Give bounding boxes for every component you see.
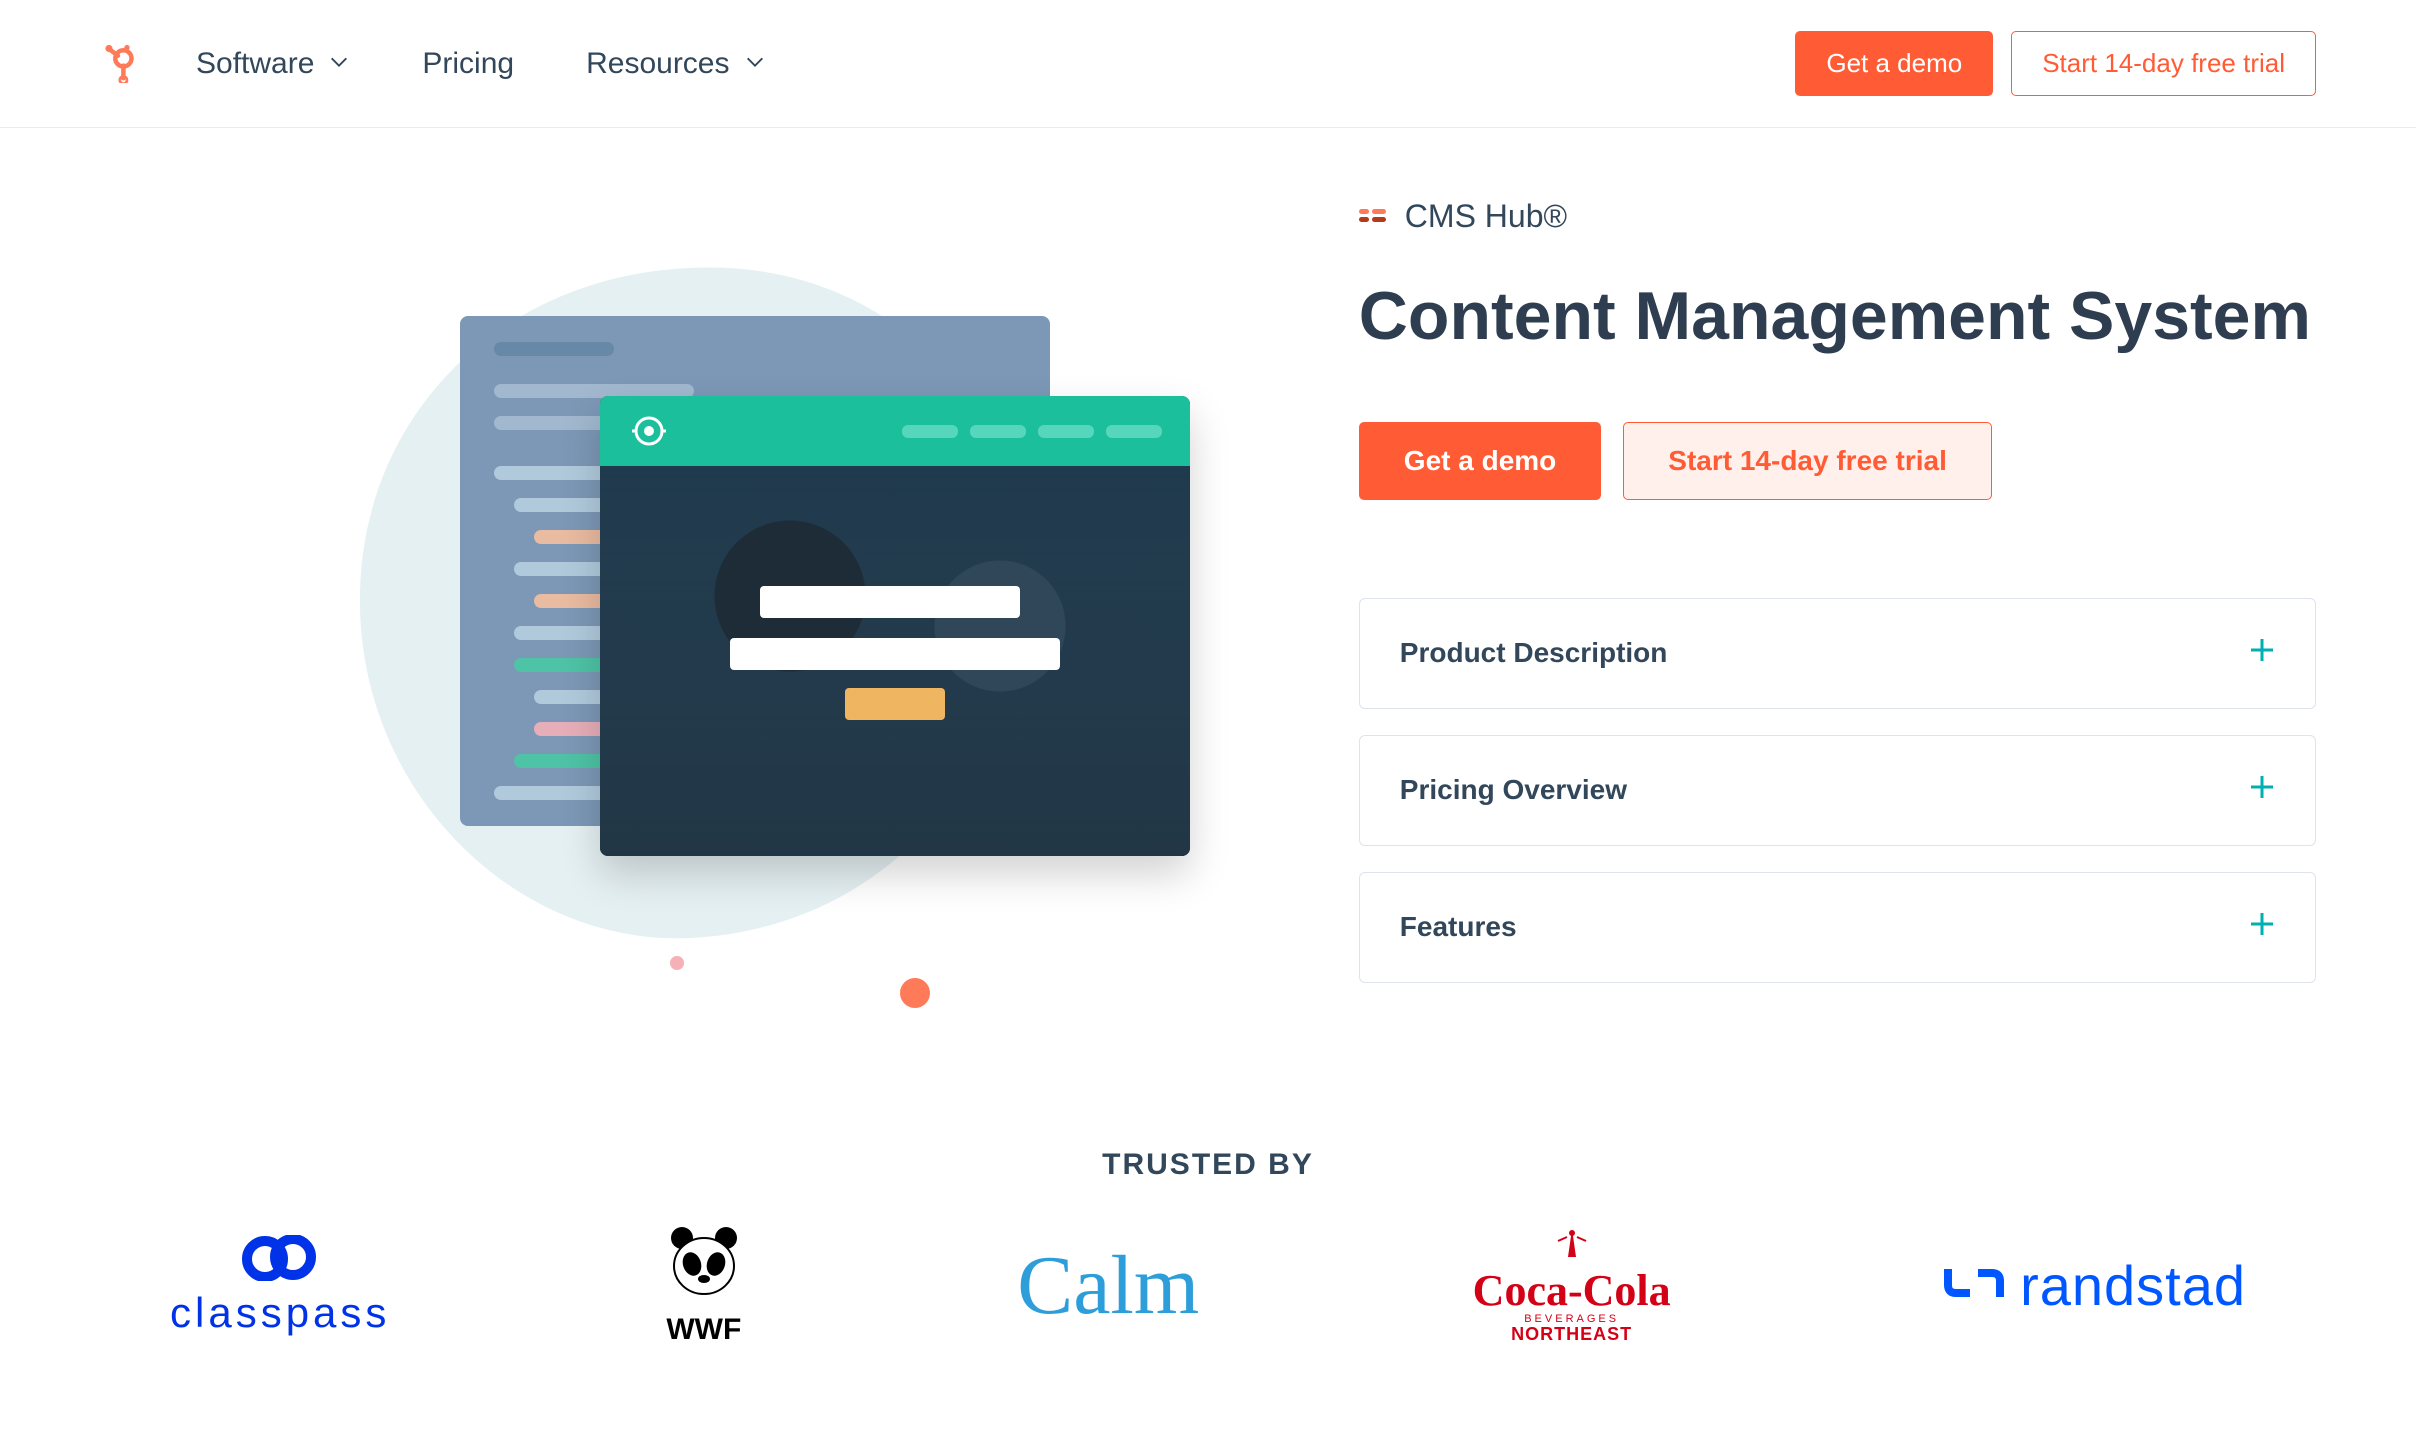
accordion-label: Features — [1400, 911, 1517, 943]
logo-calm: Calm — [1017, 1237, 1199, 1334]
nav-label: Software — [196, 47, 314, 81]
nav-get-demo-button[interactable]: Get a demo — [1795, 31, 1993, 96]
accordion-item-pricing-overview[interactable]: Pricing Overview — [1359, 735, 2316, 846]
product-tag: CMS Hub® — [1359, 198, 2316, 235]
page-title: Content Management System — [1359, 279, 2316, 354]
accordion-label: Pricing Overview — [1400, 774, 1627, 806]
accordion-item-features[interactable]: Features — [1359, 872, 2316, 983]
chevron-down-icon — [744, 47, 766, 81]
nav-item-resources[interactable]: Resources — [586, 47, 765, 81]
trusted-by-section: TRUSTED BY classpass — [0, 1108, 2416, 1347]
site-logo-icon — [628, 410, 670, 452]
company-logos: classpass WWF Calm — [100, 1224, 2316, 1347]
nav-items: Software Pricing Resources — [196, 47, 1795, 81]
logo-text: Coca-Cola — [1473, 1268, 1671, 1314]
plus-icon — [2249, 774, 2275, 807]
product-tag-label: CMS Hub® — [1405, 198, 1567, 235]
logo-text: classpass — [170, 1289, 390, 1337]
trusted-heading: TRUSTED BY — [100, 1148, 2316, 1182]
decorative-dot-icon — [670, 956, 684, 970]
nav-label: Resources — [586, 47, 729, 81]
nav-item-software[interactable]: Software — [196, 47, 350, 81]
nav-label: Pricing — [422, 47, 514, 81]
logo-subtext2: NORTHEAST — [1511, 1325, 1632, 1344]
accordion-item-product-description[interactable]: Product Description — [1359, 598, 2316, 709]
nav-buttons: Get a demo Start 14-day free trial — [1795, 31, 2316, 96]
lighthouse-icon — [1552, 1227, 1592, 1268]
hero-get-demo-button[interactable]: Get a demo — [1359, 422, 1601, 500]
hero-free-trial-button[interactable]: Start 14-day free trial — [1623, 422, 1992, 500]
logo-randstad: randstad — [1944, 1253, 2246, 1318]
classpass-icon — [237, 1235, 323, 1281]
form-field-placeholder — [760, 586, 1020, 618]
hero-illustration — [100, 168, 1319, 1048]
top-nav: Software Pricing Resources Get a demo St… — [0, 0, 2416, 128]
logo-text: WWF — [666, 1313, 741, 1347]
logo-text: Calm — [1017, 1237, 1199, 1334]
hero-section: CMS Hub® Content Management System Get a… — [0, 128, 2416, 1108]
logo-wwf: WWF — [664, 1224, 744, 1347]
form-submit-placeholder — [845, 688, 945, 720]
accordion-label: Product Description — [1400, 637, 1668, 669]
accordion: Product Description Pricing Overview Fea… — [1359, 598, 2316, 983]
randstad-icon — [1944, 1263, 2004, 1308]
plus-icon — [2249, 637, 2275, 670]
logo-text: randstad — [2020, 1253, 2246, 1318]
cms-hub-icon — [1359, 209, 1389, 225]
logo-classpass: classpass — [170, 1235, 390, 1337]
hero-buttons: Get a demo Start 14-day free trial — [1359, 422, 2316, 500]
site-nav-placeholder — [902, 425, 1162, 438]
hero-content: CMS Hub® Content Management System Get a… — [1319, 168, 2316, 1048]
plus-icon — [2249, 911, 2275, 944]
nav-free-trial-button[interactable]: Start 14-day free trial — [2011, 31, 2316, 96]
panda-icon — [664, 1224, 744, 1305]
decorative-dot-icon — [900, 978, 930, 1008]
chevron-down-icon — [328, 47, 350, 81]
form-field-placeholder — [730, 638, 1060, 670]
website-preview-illustration — [600, 396, 1190, 856]
logo-cocacola-northeast: Coca-Cola BEVERAGES NORTHEAST — [1473, 1227, 1671, 1344]
nav-item-pricing[interactable]: Pricing — [422, 47, 514, 81]
hubspot-logo-icon[interactable] — [100, 44, 136, 84]
